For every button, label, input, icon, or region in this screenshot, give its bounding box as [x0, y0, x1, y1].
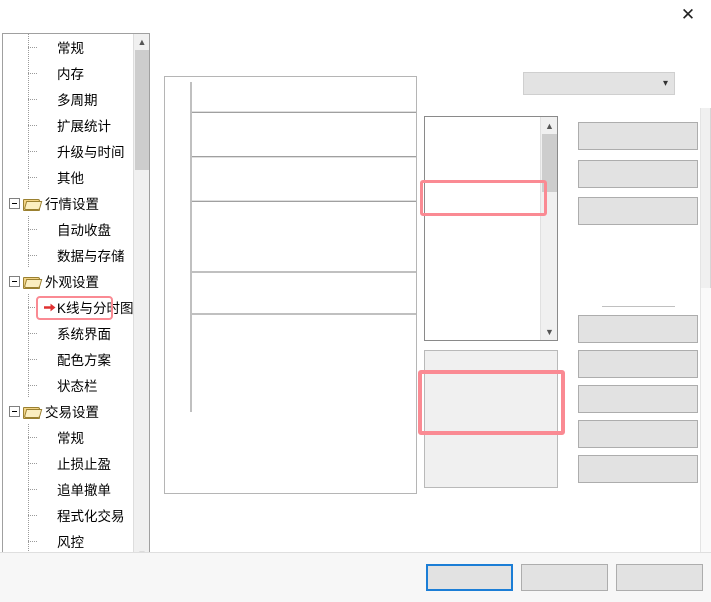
tree-connector: [25, 502, 39, 528]
tree-expander-icon[interactable]: [9, 197, 20, 209]
tree-connector: [25, 34, 39, 60]
tree-item-7[interactable]: 自动收盘: [3, 216, 133, 242]
dialog-footer: [0, 552, 711, 602]
tree-connector: [25, 138, 39, 164]
font-trade-detail-button[interactable]: [578, 455, 698, 483]
close-icon[interactable]: ✕: [665, 0, 711, 30]
font-dynamic-button[interactable]: [578, 420, 698, 448]
list-vertical-scrollbar[interactable]: ▲ ▼: [540, 117, 557, 340]
tree-item-label: 程式化交易: [57, 509, 125, 524]
tree-items: 常规 内存 多周期 扩展统计 升级与时间 其他 行情设置 自动收盘 数据与存储 外观设置 K线与分时…: [3, 34, 133, 562]
tree-item-4[interactable]: 升级与时间: [3, 138, 133, 164]
tree-connector: [25, 450, 39, 476]
import-scheme-button[interactable]: [578, 122, 698, 150]
tree-connector: [25, 424, 39, 450]
font-list-button[interactable]: [578, 350, 698, 378]
tree-item-11[interactable]: 系统界面: [3, 320, 133, 346]
tree-connector: [25, 372, 39, 398]
tree-item-0[interactable]: 常规: [3, 34, 133, 60]
tree-item-16[interactable]: 止损止盈: [3, 450, 133, 476]
font-info-button[interactable]: [578, 385, 698, 413]
tree-item-18[interactable]: 程式化交易: [3, 502, 133, 528]
tree-item-label: 风控: [57, 535, 84, 550]
tree-connector: [25, 216, 39, 242]
chart-gridlines: [192, 111, 416, 315]
tree-item-1[interactable]: 内存: [3, 60, 133, 86]
tree-item-label: 外观设置: [45, 275, 99, 290]
dialog-body: 常规 内存 多周期 扩展统计 升级与时间 其他 行情设置 自动收盘 数据与存储 外观设置 K线与分时…: [0, 30, 711, 582]
tree-item-5[interactable]: 其他: [3, 164, 133, 190]
tree-connector: [25, 242, 39, 268]
tree-item-label: 数据与存储: [57, 249, 125, 264]
chart-svg: [190, 82, 416, 412]
tree-connector: [25, 60, 39, 86]
font-graphic-button[interactable]: [578, 315, 698, 343]
tree-item-label: 交易设置: [45, 405, 99, 420]
tree-item-label: 多周期: [57, 93, 98, 108]
tree-item-13[interactable]: 状态栏: [3, 372, 133, 398]
tree-item-label: 系统界面: [57, 327, 111, 342]
cancel-button[interactable]: [521, 564, 608, 591]
tree-item-3[interactable]: 扩展统计: [3, 112, 133, 138]
tree-connector: [25, 112, 39, 138]
tree-vscroll-thumb[interactable]: [135, 50, 149, 170]
scheme-data-listbox[interactable]: ▲ ▼: [424, 116, 558, 341]
chevron-down-icon: ▾: [662, 78, 668, 89]
tree-item-15[interactable]: 常规: [3, 424, 133, 450]
tree-item-label: 止损止盈: [57, 457, 111, 472]
tree-item-label: 配色方案: [57, 353, 111, 368]
tree-connector: [25, 294, 39, 320]
tree-vertical-scrollbar[interactable]: ▲ ▼: [133, 34, 149, 562]
tree-item-8[interactable]: 数据与存储: [3, 242, 133, 268]
tree-item-12[interactable]: 配色方案: [3, 346, 133, 372]
tree-expander-icon[interactable]: [9, 405, 20, 417]
help-button[interactable]: [616, 564, 703, 591]
tree-item-label: 升级与时间: [57, 145, 125, 160]
tree-connector: [25, 320, 39, 346]
tree-connector: [25, 164, 39, 190]
tree-item-label: 扩展统计: [57, 119, 111, 134]
tree-connector: [25, 86, 39, 112]
tree-connector: [25, 346, 39, 372]
dialog-vscroll-thumb[interactable]: [701, 108, 711, 288]
tree-item-label: 常规: [57, 431, 84, 446]
folder-icon: [23, 275, 40, 289]
list-vscroll-thumb[interactable]: [542, 134, 557, 192]
tree-item-10[interactable]: K线与分时图: [3, 294, 133, 320]
ok-button[interactable]: [426, 564, 513, 591]
tree-item-label: 追单撤单: [57, 483, 111, 498]
scheme-select[interactable]: ▾: [523, 72, 675, 95]
tree-item-14[interactable]: 交易设置: [3, 398, 133, 424]
tree-item-17[interactable]: 追单撤单: [3, 476, 133, 502]
list-scroll-up-icon[interactable]: ▲: [541, 117, 557, 134]
tree-item-label: 常规: [57, 41, 84, 56]
tree-connector: [25, 528, 39, 554]
palette-divider: [431, 432, 548, 433]
tree-item-label: 内存: [57, 67, 84, 82]
folder-icon: [23, 405, 40, 419]
tree-item-19[interactable]: 风控: [3, 528, 133, 554]
color-palette-panel[interactable]: [424, 350, 558, 488]
tree-item-label: 自动收盘: [57, 223, 111, 238]
list-scroll-down-icon[interactable]: ▼: [541, 323, 557, 340]
title-bar: ✕: [0, 0, 711, 30]
dialog-vertical-scrollbar[interactable]: [700, 108, 711, 582]
tree-item-9[interactable]: 外观设置: [3, 268, 133, 294]
tree-scroll-viewport: 常规 内存 多周期 扩展统计 升级与时间 其他 行情设置 自动收盘 数据与存储 外观设置 K线与分时…: [3, 34, 133, 562]
tree-item-label: 其他: [57, 171, 84, 186]
tree-item-label: 行情设置: [45, 197, 99, 212]
restore-defaults-button[interactable]: [578, 197, 698, 225]
export-scheme-button[interactable]: [578, 160, 698, 188]
tree-item-6[interactable]: 行情设置: [3, 190, 133, 216]
scroll-up-icon[interactable]: ▲: [134, 34, 149, 50]
settings-tree[interactable]: 常规 内存 多周期 扩展统计 升级与时间 其他 行情设置 自动收盘 数据与存储 外观设置 K线与分时…: [2, 33, 150, 579]
tree-item-2[interactable]: 多周期: [3, 86, 133, 112]
tree-item-label: K线与分时图: [57, 301, 133, 316]
tree-connector: [25, 476, 39, 502]
folder-icon: [23, 197, 40, 211]
chart-preview: [165, 82, 416, 412]
tree-expander-icon[interactable]: [9, 275, 20, 287]
font-group-divider: [602, 306, 675, 307]
tree-item-label: 状态栏: [57, 379, 98, 394]
